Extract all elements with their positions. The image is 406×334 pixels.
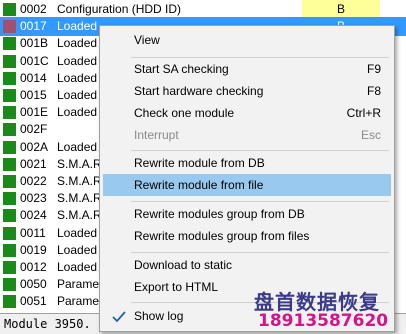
green-square-icon [3,140,16,154]
module-name: S.M.A.R [57,156,102,171]
module-id: 0017 [20,19,47,34]
module-id: 0051 [20,294,47,309]
green-square-icon [3,261,16,274]
menu-item-rewrite-module-from-file[interactable]: Rewrite module from file [103,174,391,196]
menu-item-shortcut: F9 [366,62,381,76]
module-flag: B [302,0,380,19]
module-id: 0022 [20,174,47,188]
module-id: 001C [20,53,49,68]
module-name: S.M.A.R [57,208,102,223]
module-name: S.M.A.R [57,191,102,206]
module-id: 001B [20,36,49,51]
module-id: 0015 [20,88,47,102]
module-name: Loaded [57,36,98,51]
module-row[interactable]: 0002 Configuration (HDD ID) B [0,0,406,19]
menu-item-shortcut: F8 [366,84,381,98]
green-square-icon [3,54,16,68]
module-name: Loaded [57,242,98,257]
menu-item-rewrite-modules-group-from-files[interactable]: Rewrite modules group from files [103,225,391,247]
checkmark-icon [109,309,129,325]
green-square-icon [3,71,16,85]
module-name: Paramet [57,277,103,292]
module-id: 002A [20,139,49,154]
menu-item-label: Rewrite modules group from DB [134,207,305,221]
green-square-icon [3,157,16,171]
module-id: 0023 [20,191,47,206]
menu-item-start-sa-checking[interactable]: Start SA checking F9 [103,58,391,80]
module-name: S.M.A.R [57,174,102,188]
menu-item-label: Check one module [134,106,235,120]
module-id: 0012 [20,260,47,274]
module-id: 0014 [20,70,47,85]
module-name: Loaded [57,139,98,154]
status-text: Module 3950. [4,317,91,331]
menu-separator [131,201,389,202]
green-square-icon [3,243,16,257]
menu-item-rewrite-module-from-db[interactable]: Rewrite module from DB [103,152,391,174]
module-id: 0050 [20,277,47,292]
green-square-icon [3,226,16,240]
green-square-icon [3,106,16,120]
menu-item-label: Show log [134,309,184,323]
module-name: Loaded [57,70,98,85]
menu-item-rewrite-modules-group-from-db[interactable]: Rewrite modules group from DB [103,203,391,225]
green-square-icon [3,3,16,16]
watermark-phone: 18913587620 [258,311,389,331]
menu-item-label: Rewrite modules group from files [134,229,310,243]
module-name: Loaded [57,88,98,102]
menu-item-label: Start SA checking [134,62,229,76]
menu-item-download-to-static[interactable]: Download to static [103,254,391,276]
menu-item-label: Export to HTML [134,280,219,294]
green-square-icon [3,192,16,206]
module-id: 002F [20,122,48,137]
menu-separator [131,252,389,253]
module-name: Paramet [57,294,103,309]
menu-item-label: Interrupt [134,128,179,142]
menu-item-check-one-module[interactable]: Check one module Ctrl+R [103,102,391,124]
menu-item-start-hardware-checking[interactable]: Start hardware checking F8 [103,80,391,102]
module-name: Configuration (HDD ID) [57,2,182,16]
module-id: 0024 [20,208,47,223]
module-name: Loaded [57,225,98,240]
menu-item-interrupt: Interrupt Esc [103,124,391,146]
module-name: Loaded [57,105,98,120]
green-square-icon [3,37,16,51]
module-name: Loaded [57,19,98,34]
green-square-icon [3,123,16,137]
module-name: Loaded [57,260,98,274]
green-square-icon [3,209,16,223]
module-id: 0019 [20,242,47,257]
menu-item-shortcut: Esc [360,128,381,142]
green-square-icon [3,295,16,309]
menu-item-label: View [134,33,160,47]
module-name: Loaded [57,53,98,68]
green-square-icon [3,20,16,34]
menu-separator [131,150,389,151]
menu-item-label: Rewrite module from DB [134,156,265,170]
menu-item-label: Download to static [134,258,233,272]
green-square-icon [3,175,16,188]
green-square-icon [3,89,16,102]
module-id: 001E [20,105,49,120]
module-id: 0021 [20,156,47,171]
module-id: 0011 [20,225,46,240]
module-id: 0002 [20,2,47,16]
menu-item-view[interactable]: View [103,29,391,51]
menu-item-shortcut: Ctrl+R [346,106,381,120]
menu-item-label: Start hardware checking [134,84,264,98]
menu-item-label: Rewrite module from file [134,178,264,192]
green-square-icon [3,278,16,292]
